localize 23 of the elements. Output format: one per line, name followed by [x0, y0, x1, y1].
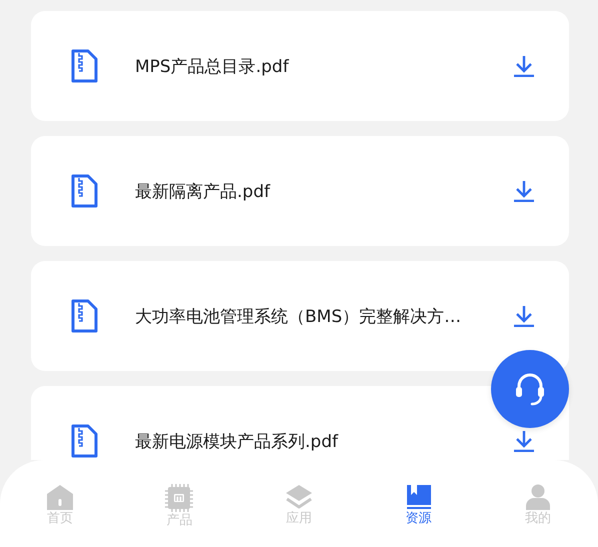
file-name: 大功率电池管理系统（BMS）完整解决方…: [135, 306, 462, 328]
headset-icon: [514, 372, 546, 406]
file-card[interactable]: 最新电源模块产品系列.pdf: [31, 386, 569, 460]
download-icon[interactable]: [513, 55, 535, 77]
file-name: 最新电源模块产品系列.pdf: [135, 430, 340, 452]
file-card[interactable]: 大功率电池管理系统（BMS）完整解决方…: [31, 261, 569, 371]
book-icon: [406, 484, 432, 510]
download-icon[interactable]: [513, 430, 535, 452]
user-icon: [525, 484, 552, 510]
download-icon[interactable]: [513, 305, 535, 327]
house-icon: [46, 484, 74, 510]
file-card[interactable]: 最新隔离产品.pdf: [31, 136, 569, 246]
file-card[interactable]: MPS产品总目录.pdf: [31, 11, 569, 121]
file-name: MPS产品总目录.pdf: [135, 56, 290, 78]
file-name: 最新隔离产品.pdf: [135, 180, 272, 202]
layers-icon: [284, 484, 313, 510]
zip-file-icon: [71, 49, 98, 83]
zip-file-icon: [71, 174, 98, 208]
chip-icon: [165, 484, 194, 512]
download-icon[interactable]: [513, 180, 535, 202]
nav-tab[interactable]: 资源: [358, 460, 478, 547]
zip-file-icon: [71, 299, 98, 333]
zip-file-icon: [71, 424, 98, 458]
